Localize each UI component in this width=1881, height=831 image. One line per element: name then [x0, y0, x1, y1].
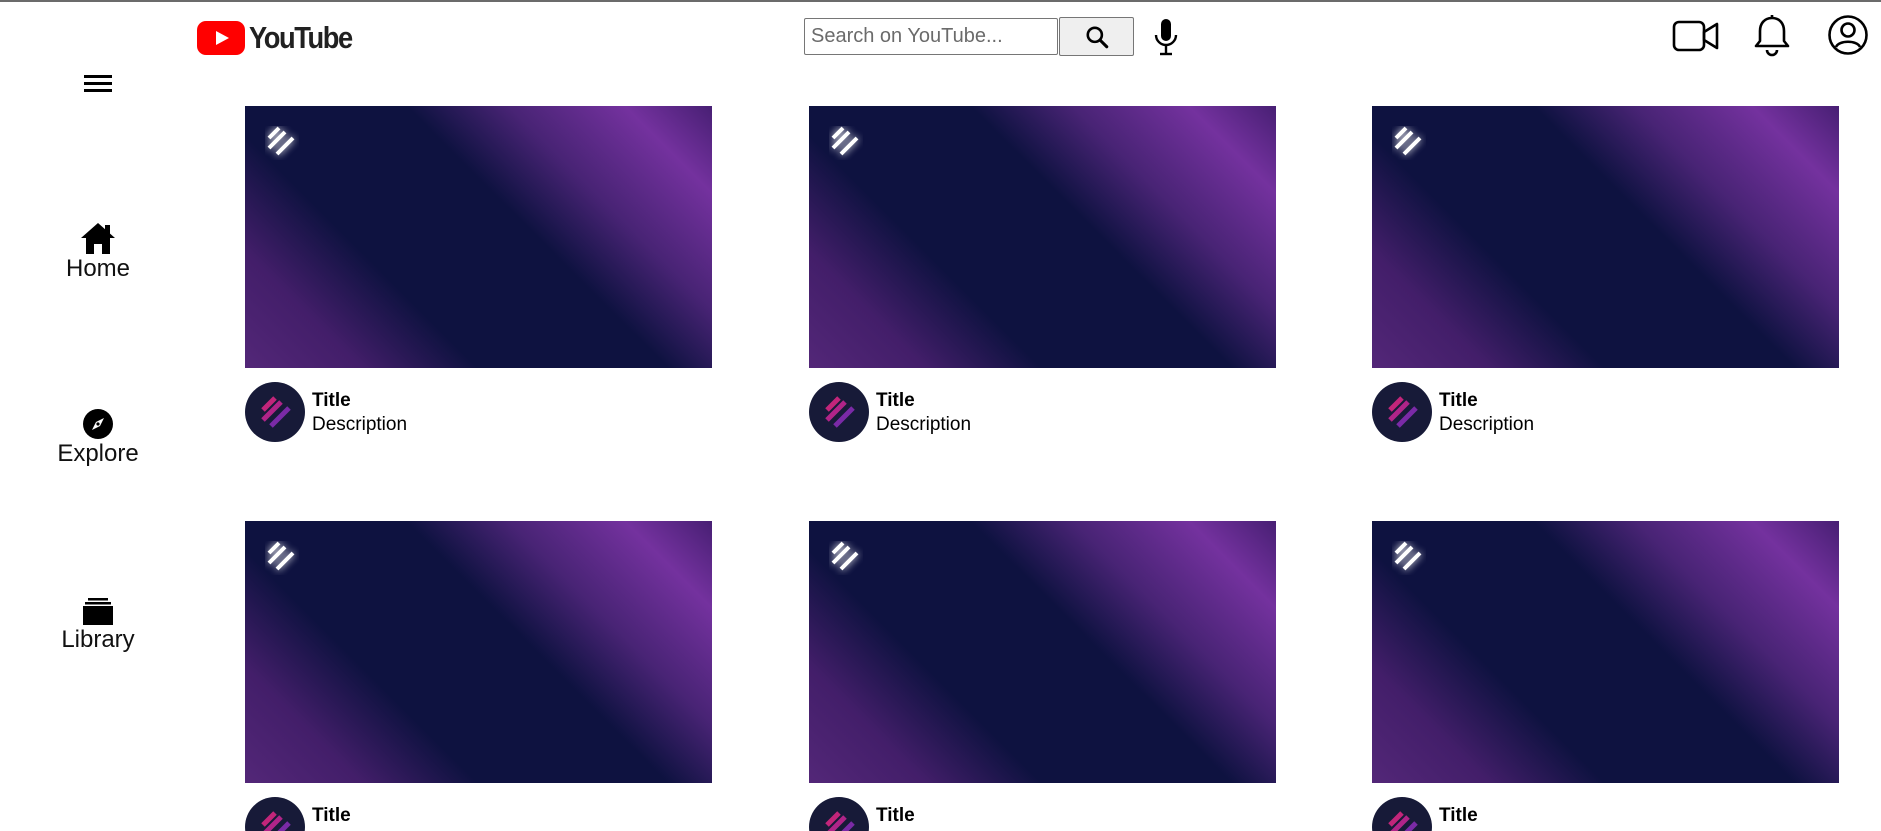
channel-logo-icon	[825, 396, 855, 428]
create-video-button[interactable]	[1672, 19, 1720, 58]
brand-mark-icon	[831, 126, 859, 156]
video-title[interactable]: Title	[876, 390, 915, 412]
sidebar-item-label: Library	[61, 626, 135, 653]
notifications-button[interactable]	[1752, 14, 1792, 63]
channel-logo-icon	[261, 811, 291, 831]
video-thumbnail[interactable]	[809, 106, 1276, 368]
youtube-logo[interactable]: YouTube	[197, 20, 366, 56]
channel-avatar[interactable]	[1372, 797, 1432, 831]
video-title[interactable]: Title	[312, 390, 351, 412]
channel-avatar[interactable]	[809, 797, 869, 831]
search-input[interactable]	[804, 18, 1058, 55]
brand-mark-icon	[831, 541, 859, 571]
search-icon	[1085, 25, 1108, 48]
sidebar-item-home[interactable]: Home	[40, 219, 156, 283]
sidebar-item-explore[interactable]: Explore	[40, 404, 156, 468]
home-icon	[81, 223, 115, 254]
video-card[interactable]: Title	[1372, 521, 1839, 831]
channel-avatar[interactable]	[245, 382, 305, 442]
search-button[interactable]	[1059, 17, 1134, 56]
video-camera-icon	[1672, 20, 1719, 52]
video-title[interactable]: Title	[312, 805, 351, 827]
channel-logo-icon	[261, 396, 291, 428]
search-bar	[804, 17, 1134, 56]
video-thumbnail[interactable]	[1372, 106, 1839, 368]
video-thumbnail[interactable]	[245, 106, 712, 368]
top-header: YouTube	[0, 2, 1881, 74]
account-button[interactable]	[1827, 14, 1869, 61]
video-description: Description	[312, 414, 408, 435]
brand-mark-icon	[267, 541, 295, 571]
brand-mark-icon	[267, 126, 295, 156]
sidebar-item-label: Explore	[57, 440, 139, 467]
video-title[interactable]: Title	[1439, 390, 1478, 412]
video-title[interactable]: Title	[876, 805, 915, 827]
voice-search-button[interactable]	[1150, 17, 1182, 57]
brand-mark-icon	[1394, 541, 1422, 571]
channel-logo-icon	[825, 811, 855, 831]
channel-avatar[interactable]	[245, 797, 305, 831]
sidebar-item-library[interactable]: Library	[40, 590, 156, 654]
youtube-play-icon	[197, 21, 245, 55]
brand-mark-icon	[1394, 126, 1422, 156]
library-icon	[83, 598, 113, 625]
menu-button[interactable]	[82, 70, 114, 96]
microphone-icon	[1154, 19, 1178, 56]
video-card[interactable]: Title	[809, 521, 1276, 831]
channel-logo-icon	[1388, 396, 1418, 428]
logo-text: YouTube	[249, 20, 353, 55]
video-card[interactable]: Title Description	[809, 106, 1276, 444]
channel-avatar[interactable]	[809, 382, 869, 442]
video-card[interactable]: Title Description	[1372, 106, 1839, 444]
video-description: Description	[876, 414, 972, 435]
channel-avatar[interactable]	[1372, 382, 1432, 442]
video-title[interactable]: Title	[1439, 805, 1478, 827]
account-circle-icon	[1828, 15, 1868, 55]
video-description: Description	[1439, 414, 1535, 435]
video-thumbnail[interactable]	[1372, 521, 1839, 783]
video-card[interactable]: Title Description	[245, 106, 712, 444]
compass-icon	[83, 409, 113, 439]
bell-icon	[1754, 15, 1790, 57]
sidebar-item-label: Home	[65, 255, 131, 282]
video-thumbnail[interactable]	[809, 521, 1276, 783]
video-card[interactable]: Title	[245, 521, 712, 831]
channel-logo-icon	[1388, 811, 1418, 831]
video-thumbnail[interactable]	[245, 521, 712, 783]
hamburger-menu-icon	[84, 75, 112, 92]
